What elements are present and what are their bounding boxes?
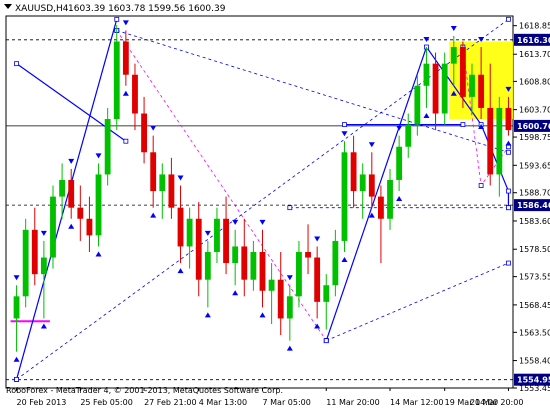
bear-candle — [86, 218, 93, 236]
y-tick-label: 1588.70 — [519, 189, 550, 198]
anchor-point — [506, 205, 511, 211]
x-tick-label: 7 Mar 05:00 — [263, 398, 311, 407]
symbol-timeframe: XAUUSD,H4 — [15, 4, 69, 14]
anchor-point — [14, 377, 19, 382]
bear-candle — [241, 246, 248, 280]
x-tick-label: 25 Feb 05:00 — [80, 398, 132, 407]
x-tick-label: 21 Mar 20:00 — [470, 398, 523, 407]
bear-candle — [259, 251, 266, 291]
bear-candle — [150, 152, 157, 192]
y-tick-label: 1583.60 — [519, 217, 550, 226]
bear-candle — [168, 174, 175, 208]
bull-candle — [59, 179, 66, 197]
bull-candle — [441, 63, 448, 114]
anchor-point — [506, 260, 511, 266]
bull-candle — [214, 218, 220, 252]
y-tick-label: 1563.50 — [519, 328, 550, 337]
bull-candle — [95, 174, 102, 236]
bear-candle — [77, 207, 84, 219]
bull-candle — [405, 124, 412, 147]
bear-candle — [132, 74, 138, 114]
x-tick-label: 4 Mar 13:00 — [199, 398, 247, 407]
chart-window[interactable]: 1616.30 1600.76 1586.46 1554.95 1618.85 1613… — [0, 0, 550, 413]
y-tick-label: 1568.45 — [519, 301, 550, 310]
bull-candle — [296, 251, 302, 297]
bull-candle — [332, 240, 339, 286]
bear-candle — [368, 174, 375, 197]
bull-candle — [341, 152, 348, 241]
bull-candle — [113, 41, 120, 120]
price-label-text: 1600.76 — [517, 122, 550, 131]
x-tick-label: 11 Mar 20:00 — [326, 398, 379, 407]
anchor-point — [287, 205, 293, 211]
anchor-point — [323, 338, 329, 344]
bear-candle — [31, 229, 38, 275]
ohlc-readout: 1603.39 1603.78 1599.56 1600.39 — [68, 4, 226, 14]
y-tick-label: 1578.50 — [519, 245, 550, 254]
y-tick-label: 1608.80 — [519, 77, 550, 86]
bear-candle — [223, 218, 229, 264]
bull-candle — [50, 196, 56, 258]
bear-candle — [305, 251, 311, 258]
bear-candle — [505, 107, 512, 131]
anchor-point — [506, 149, 511, 155]
bear-candle — [487, 107, 494, 175]
bull-candle — [250, 251, 257, 280]
price-chart[interactable]: 1616.301600.761586.461554.95 1618.851613… — [0, 0, 550, 413]
y-tick-label: 1573.55 — [519, 273, 550, 282]
anchor-point — [114, 16, 120, 22]
bull-candle — [496, 107, 503, 175]
bull-candle — [159, 174, 166, 192]
y-tick-label: 1598.75 — [519, 133, 550, 142]
bull-candle — [423, 63, 430, 86]
bull-candle — [104, 119, 111, 175]
y-tick-label: 1603.70 — [519, 106, 550, 115]
y-tick-label: 1558.40 — [519, 357, 550, 366]
bear-candle — [350, 152, 357, 192]
bear-candle — [432, 63, 439, 114]
bear-candle — [314, 257, 321, 302]
anchor-point — [14, 61, 19, 67]
bull-candle — [414, 85, 421, 125]
x-tick-label: 20 Feb 2013 — [17, 398, 67, 407]
bear-candle — [68, 179, 75, 208]
bear-candle — [378, 196, 384, 219]
bull-candle — [186, 218, 193, 247]
y-tick-label: 1593.65 — [519, 161, 550, 170]
x-tick-label: 27 Feb 21:00 — [144, 398, 196, 407]
bull-candle — [13, 296, 20, 319]
bull-candle — [469, 74, 475, 97]
bear-candle — [141, 113, 147, 153]
bull-candle — [232, 246, 239, 264]
y-tick-label: 1618.85 — [519, 22, 550, 31]
bear-candle — [177, 207, 184, 247]
bear-candle — [459, 47, 466, 97]
y-tick-label: 1553.45 — [519, 384, 550, 393]
bear-candle — [122, 41, 129, 75]
bull-candle — [323, 285, 330, 302]
bull-candle — [204, 251, 211, 280]
anchor-point — [506, 188, 511, 194]
bull-candle — [40, 257, 47, 275]
bear-candle — [478, 74, 485, 108]
anchor-point — [460, 122, 466, 127]
bull-candle — [450, 47, 457, 64]
price-label-text: 1616.30 — [517, 36, 550, 45]
bull-candle — [268, 279, 275, 291]
anchor-point — [478, 183, 484, 188]
bull-candle — [359, 174, 366, 192]
bull-candle — [22, 229, 29, 297]
y-tick-label: 1613.70 — [519, 50, 550, 59]
price-label-text: 1586.46 — [517, 201, 550, 210]
bull-candle — [387, 179, 393, 219]
bear-candle — [195, 218, 202, 280]
anchor-point — [506, 16, 511, 22]
bear-candle — [277, 279, 284, 319]
anchor-point — [123, 138, 129, 144]
bull-candle — [396, 146, 403, 180]
anchor-point — [342, 122, 347, 127]
bull-candle — [286, 296, 293, 319]
copyright-text: RoboForex - MetaTrader 4, © 2001-2013, M… — [6, 386, 283, 395]
x-tick-label: 14 Mar 12:00 — [390, 398, 443, 407]
